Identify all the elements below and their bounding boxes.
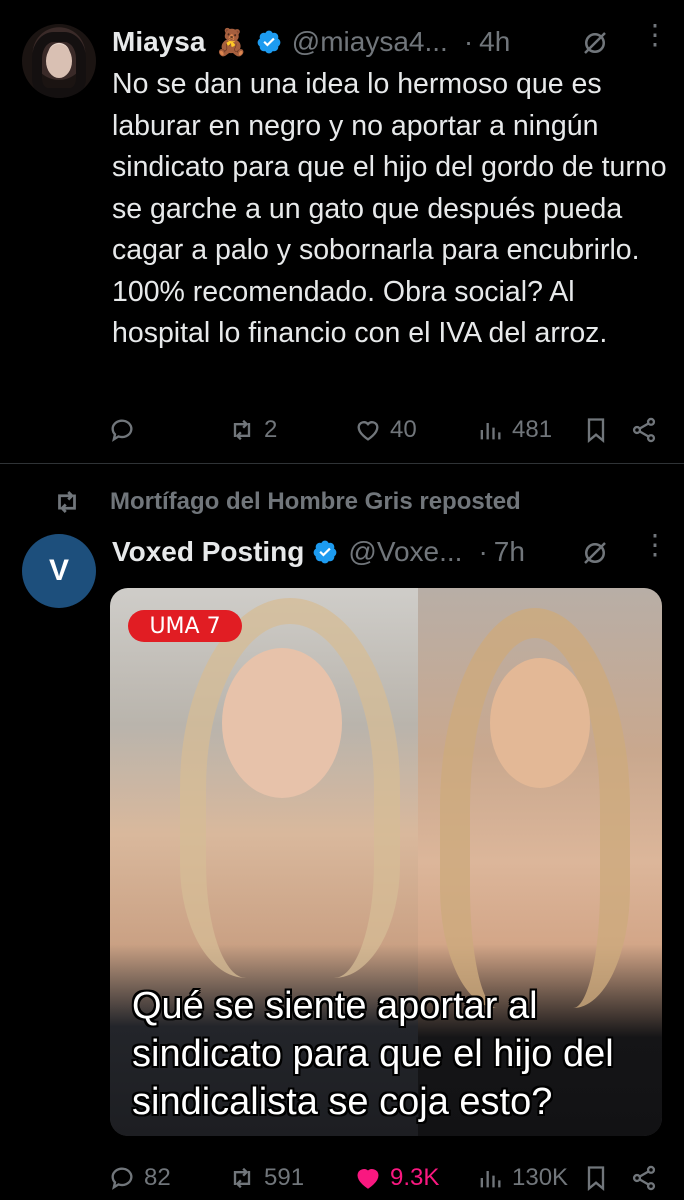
- tweet-text: No se dan una idea lo hermoso que es lab…: [112, 68, 667, 349]
- bookmark-icon: [587, 418, 605, 443]
- bear-emoji: 🧸: [215, 26, 248, 57]
- share-button[interactable]: [630, 1158, 658, 1198]
- grok-icon[interactable]: [580, 28, 610, 58]
- tweet[interactable]: Mortífago del Hombre Gris reposted V Vox…: [0, 478, 684, 1200]
- repost-button[interactable]: 591: [228, 1158, 304, 1198]
- share-icon: [632, 1165, 656, 1191]
- action-bar: 82 591 9.3K 130K: [100, 1158, 670, 1198]
- more-icon[interactable]: ⋮: [641, 21, 669, 60]
- repost-icon: [233, 419, 251, 441]
- repost-icon: [58, 491, 76, 513]
- repost-context[interactable]: Mortífago del Hombre Gris reposted: [52, 482, 521, 522]
- reply-count: 82: [144, 1164, 171, 1191]
- bookmark-button[interactable]: [582, 1158, 610, 1198]
- verified-icon: [314, 540, 337, 564]
- tweet-header: Miaysa 🧸 @miaysa4... · 4h: [112, 24, 510, 60]
- reply-icon: [111, 1167, 133, 1190]
- timestamp[interactable]: 4h: [479, 26, 510, 58]
- reply-icon: [111, 419, 133, 442]
- repost-button[interactable]: 2: [228, 410, 277, 450]
- avatar[interactable]: V: [22, 534, 96, 608]
- views-icon: [480, 423, 501, 440]
- media-badge: UMA 7: [128, 610, 242, 642]
- author-name[interactable]: Miaysa: [112, 26, 205, 58]
- tweet-header: Voxed Posting @Voxe... · 7h: [112, 534, 525, 570]
- repost-count: 2: [264, 416, 278, 443]
- separator-dot: ·: [478, 536, 488, 567]
- tweet[interactable]: Miaysa 🧸 @miaysa4... · 4h ⋮ No se dan un…: [0, 0, 684, 464]
- avatar-letter: V: [48, 554, 69, 587]
- separator-dot: ·: [463, 26, 474, 57]
- view-count: 481: [512, 416, 553, 443]
- author-name[interactable]: Voxed Posting: [112, 536, 304, 568]
- repost-count: 591: [264, 1164, 305, 1191]
- author-handle[interactable]: @miaysa4...: [292, 26, 448, 58]
- like-count: 40: [390, 416, 417, 443]
- media-caption: Qué se siente aportar al sindicato para …: [132, 985, 614, 1123]
- grok-icon[interactable]: [580, 538, 610, 568]
- like-icon: [357, 1169, 379, 1189]
- avatar[interactable]: [22, 24, 96, 98]
- verified-icon: [257, 30, 281, 54]
- reply-button[interactable]: 82: [108, 1158, 171, 1198]
- divider: [0, 463, 684, 464]
- like-count: 9.3K: [390, 1164, 440, 1191]
- bookmark-button[interactable]: [582, 410, 610, 450]
- repost-icon: [233, 1167, 251, 1189]
- views-button[interactable]: 130K: [476, 1158, 568, 1198]
- tweet-media-image[interactable]: UMA 7 Qué se siente aportar al sindicato…: [110, 588, 662, 1136]
- like-button[interactable]: 40: [354, 410, 417, 450]
- like-button[interactable]: 9.3K: [354, 1158, 439, 1198]
- like-icon: [357, 421, 379, 441]
- share-icon: [632, 417, 656, 443]
- author-handle[interactable]: @Voxe...: [348, 536, 462, 568]
- more-icon[interactable]: ⋮: [641, 531, 669, 570]
- view-count: 130K: [512, 1164, 569, 1191]
- views-button[interactable]: 481: [476, 410, 552, 450]
- repost-context-label: Mortífago del Hombre Gris reposted: [110, 488, 521, 515]
- timestamp[interactable]: 7h: [494, 536, 525, 568]
- reply-button[interactable]: [108, 410, 144, 450]
- action-bar: 2 40 481: [100, 410, 670, 450]
- share-button[interactable]: [630, 410, 658, 450]
- views-icon: [480, 1171, 501, 1188]
- bookmark-icon: [587, 1166, 605, 1191]
